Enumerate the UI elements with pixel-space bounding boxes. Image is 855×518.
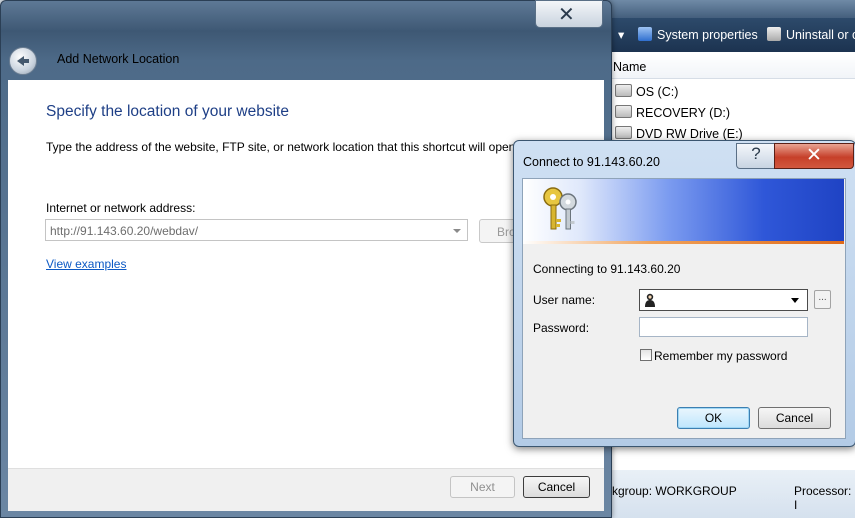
wizard-title: Add Network Location	[57, 52, 180, 66]
dialog-cancel-button[interactable]: Cancel	[758, 407, 831, 429]
back-button[interactable]	[9, 47, 37, 75]
uninstall-button[interactable]: Uninstall or c	[767, 27, 855, 42]
wizard-description: Type the address of the website, FTP sit…	[46, 140, 519, 154]
uninstall-label: Uninstall or c	[786, 28, 855, 42]
view-examples-link[interactable]: View examples	[46, 257, 126, 271]
processor-text: Processor: I	[794, 484, 852, 512]
chevron-down-icon[interactable]	[453, 229, 461, 233]
help-button[interactable]: ?	[736, 143, 776, 169]
close-icon: ✕	[558, 2, 575, 26]
explorer-status-bar: kgroup: WORKGROUP Processor: I	[612, 470, 855, 518]
remember-password-checkbox[interactable]	[640, 349, 652, 361]
close-icon: ✕	[806, 144, 822, 166]
dvd-drive-icon	[615, 126, 632, 139]
cancel-button[interactable]: Cancel	[523, 476, 590, 498]
password-label: Password:	[533, 321, 590, 335]
address-combobox[interactable]: http://91.143.60.20/webdav/	[45, 219, 468, 241]
toolbar-dropdown-icon[interactable]: ▾	[618, 27, 624, 42]
wizard-close-button[interactable]: ✕	[535, 0, 603, 28]
system-properties-label: System properties	[657, 28, 758, 42]
uninstall-icon	[767, 27, 781, 41]
question-icon: ?	[751, 144, 761, 163]
workgroup-text: kgroup: WORKGROUP	[612, 484, 737, 498]
name-column-header[interactable]: Name	[612, 54, 855, 79]
name-column-label: Name	[613, 60, 647, 74]
next-button[interactable]: Next	[450, 476, 515, 498]
ok-button[interactable]: OK	[677, 407, 750, 429]
keys-icon	[543, 187, 577, 230]
address-value: http://91.143.60.20/webdav/	[50, 224, 199, 238]
drive-label: DVD RW Drive (E:)	[636, 127, 743, 141]
drive-item[interactable]: OS (C:)	[615, 84, 678, 99]
wizard-heading: Specify the location of your website	[46, 103, 289, 120]
address-label: Internet or network address:	[46, 201, 196, 215]
dialog-close-button[interactable]: ✕	[774, 143, 854, 169]
drive-icon	[615, 105, 632, 118]
system-properties-button[interactable]: System properties	[638, 27, 758, 42]
chevron-down-icon[interactable]	[791, 298, 799, 303]
connect-dialog-title: Connect to 91.143.60.20	[523, 155, 660, 169]
drive-item[interactable]: RECOVERY (D:)	[615, 105, 730, 120]
password-field[interactable]	[639, 317, 808, 337]
drive-label: OS (C:)	[636, 85, 679, 99]
remember-password-label[interactable]: Remember my password	[654, 349, 787, 363]
drive-icon	[615, 84, 632, 97]
user-icon	[645, 293, 655, 307]
username-combobox[interactable]	[639, 289, 808, 311]
connecting-text: Connecting to 91.143.60.20	[533, 262, 681, 276]
drive-item[interactable]: DVD RW Drive (E:)	[615, 126, 743, 141]
choose-credentials-button[interactable]: ...	[814, 290, 831, 309]
banner-accent-line	[523, 241, 844, 244]
system-properties-icon	[638, 27, 652, 41]
username-label: User name:	[533, 293, 596, 307]
drive-label: RECOVERY (D:)	[636, 106, 731, 120]
